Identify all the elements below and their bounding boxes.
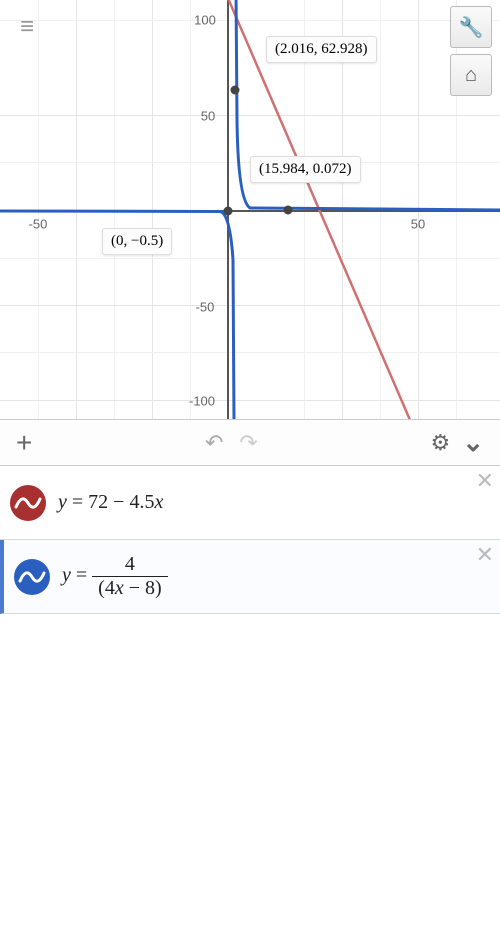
point-3-dot[interactable] bbox=[224, 207, 233, 216]
expression-row-2[interactable]: y = 4(4x − 8) ✕ bbox=[0, 540, 500, 614]
x-axis bbox=[0, 210, 500, 212]
redo-button[interactable]: ↷ bbox=[239, 430, 257, 456]
point-2-label[interactable]: (15.984, 0.072) bbox=[250, 156, 361, 183]
graph-canvas[interactable]: 100 50 -50 -100 -50 50 (2.016, 62.928) (… bbox=[0, 0, 500, 420]
toolbar: + ↶ ↷ ⚙ ⌄ bbox=[0, 420, 500, 466]
expression-2-close-icon[interactable]: ✕ bbox=[476, 542, 494, 568]
expression-1-color-icon[interactable] bbox=[4, 479, 52, 527]
settings-gear-icon[interactable]: ⚙ bbox=[430, 430, 450, 456]
axis-tick-50: 50 bbox=[201, 109, 215, 124]
expression-1-text[interactable]: y = 72 − 4.5x bbox=[58, 483, 500, 522]
expression-1-close-icon[interactable]: ✕ bbox=[476, 468, 494, 494]
add-expression-button[interactable]: + bbox=[16, 427, 32, 459]
axis-tick-n100: -100 bbox=[189, 394, 215, 409]
hamburger-icon[interactable]: ≡ bbox=[6, 6, 48, 48]
expression-2-text[interactable]: y = 4(4x − 8) bbox=[62, 545, 500, 608]
undo-button[interactable]: ↶ bbox=[205, 430, 223, 456]
point-2-dot[interactable] bbox=[284, 206, 293, 215]
expression-row-1[interactable]: y = 72 − 4.5x ✕ bbox=[0, 466, 500, 540]
axis-tick-100: 100 bbox=[194, 13, 216, 28]
point-1-label[interactable]: (2.016, 62.928) bbox=[266, 36, 377, 63]
axis-tick-x50: 50 bbox=[411, 217, 425, 232]
axis-tick-n50: -50 bbox=[196, 300, 215, 315]
wrench-icon[interactable]: 🔧 bbox=[450, 6, 492, 48]
expression-2-color-icon[interactable] bbox=[8, 553, 56, 601]
point-1-dot[interactable] bbox=[231, 86, 240, 95]
home-icon[interactable]: ⌂ bbox=[450, 54, 492, 96]
point-3-label[interactable]: (0, −0.5) bbox=[102, 228, 172, 255]
axis-tick-xn50: -50 bbox=[29, 217, 48, 232]
collapse-chevron-icon[interactable]: ⌄ bbox=[462, 427, 484, 458]
